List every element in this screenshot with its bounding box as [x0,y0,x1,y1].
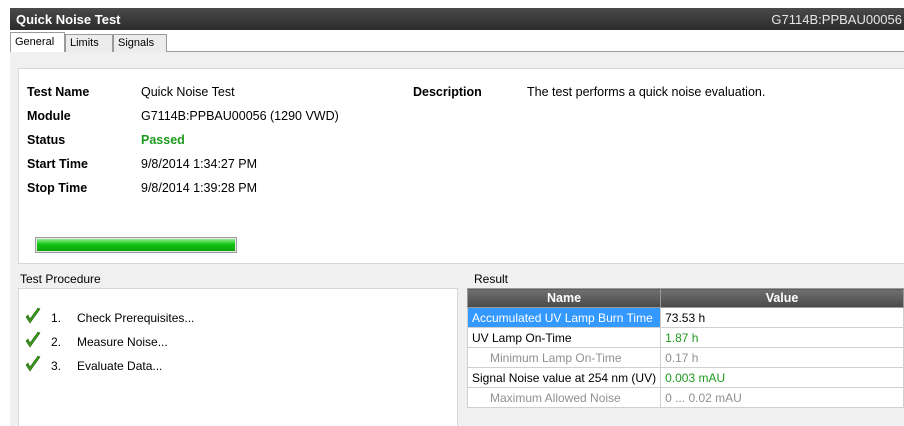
result-header-row: Name Value [466,288,904,308]
title-bar: Quick Noise Test G7114B:PPBAU00056 [10,8,904,30]
stop-time-value: 9/8/2014 1:39:28 PM [141,181,258,195]
general-tab-content: Test Name Quick Noise Test Module G7114B… [10,52,904,426]
check-icon [25,331,41,348]
test-procedure-panel: 1. Check Prerequisites... 2. Measure Noi… [18,288,458,426]
table-row[interactable]: Signal Noise value at 254 nm (UV) 0.003 … [466,367,904,388]
step-number: 3. [51,359,62,373]
table-row[interactable]: UV Lamp On-Time 1.87 h [466,327,904,348]
step-name: Measure Noise... [77,335,168,349]
test-name-value: Quick Noise Test [141,85,235,99]
result-name-cell[interactable]: Maximum Allowed Noise [466,387,662,408]
window-title: Quick Noise Test [16,12,121,27]
status-value: Passed [141,133,185,147]
value-column-header[interactable]: Value [660,288,904,308]
step-number: 1. [51,311,62,325]
description-label: Description [413,85,482,99]
test-info-panel: Test Name Quick Noise Test Module G7114B… [18,68,904,264]
progress-fill [37,239,235,251]
table-row[interactable]: Maximum Allowed Noise 0 ... 0.02 mAU [466,387,904,408]
result-value-cell[interactable]: 1.87 h [660,327,904,348]
result-name-cell[interactable]: Signal Noise value at 254 nm (UV) [466,367,662,388]
tab-strip: General Limits Signals [10,30,904,53]
result-value-cell[interactable]: 0.17 h [660,347,904,368]
tab-signals[interactable]: Signals [113,34,167,52]
module-label: Module [27,109,71,123]
test-name-label: Test Name [27,85,90,99]
start-time-value: 9/8/2014 1:34:27 PM [141,157,258,171]
start-time-label: Start Time [27,157,88,171]
step-number: 2. [51,335,62,349]
description-value: The test performs a quick noise evaluati… [527,85,766,99]
test-procedure-title: Test Procedure [20,272,101,286]
procedure-step: 3. Evaluate Data... [19,355,439,377]
result-value-cell[interactable]: 73.53 h [660,307,904,328]
result-value-cell[interactable]: 0.003 mAU [660,367,904,388]
step-name: Check Prerequisites... [77,311,195,325]
status-label: Status [27,133,66,147]
result-value-cell[interactable]: 0 ... 0.02 mAU [660,387,904,408]
table-row[interactable]: Minimum Lamp On-Time 0.17 h [466,347,904,368]
table-row[interactable]: Accumulated UV Lamp Burn Time 73.53 h [466,307,904,328]
tab-general[interactable]: General [10,32,65,53]
tab-limits[interactable]: Limits [65,34,113,52]
stop-time-label: Stop Time [27,181,88,195]
step-name: Evaluate Data... [77,359,163,373]
result-title: Result [474,272,509,286]
module-id: G7114B:PPBAU00056 [771,12,902,27]
check-icon [25,355,41,372]
result-table: Name Value Accumulated UV Lamp Burn Time… [466,288,904,408]
module-value: G7114B:PPBAU00056 (1290 VWD) [141,109,339,123]
name-column-header[interactable]: Name [466,288,662,308]
progress-bar [35,237,237,253]
result-name-cell[interactable]: Minimum Lamp On-Time [466,347,662,368]
result-name-cell[interactable]: Accumulated UV Lamp Burn Time [466,307,662,328]
check-icon [25,307,41,324]
procedure-step: 1. Check Prerequisites... [19,307,439,329]
procedure-step: 2. Measure Noise... [19,331,439,353]
result-name-cell[interactable]: UV Lamp On-Time [466,327,662,348]
